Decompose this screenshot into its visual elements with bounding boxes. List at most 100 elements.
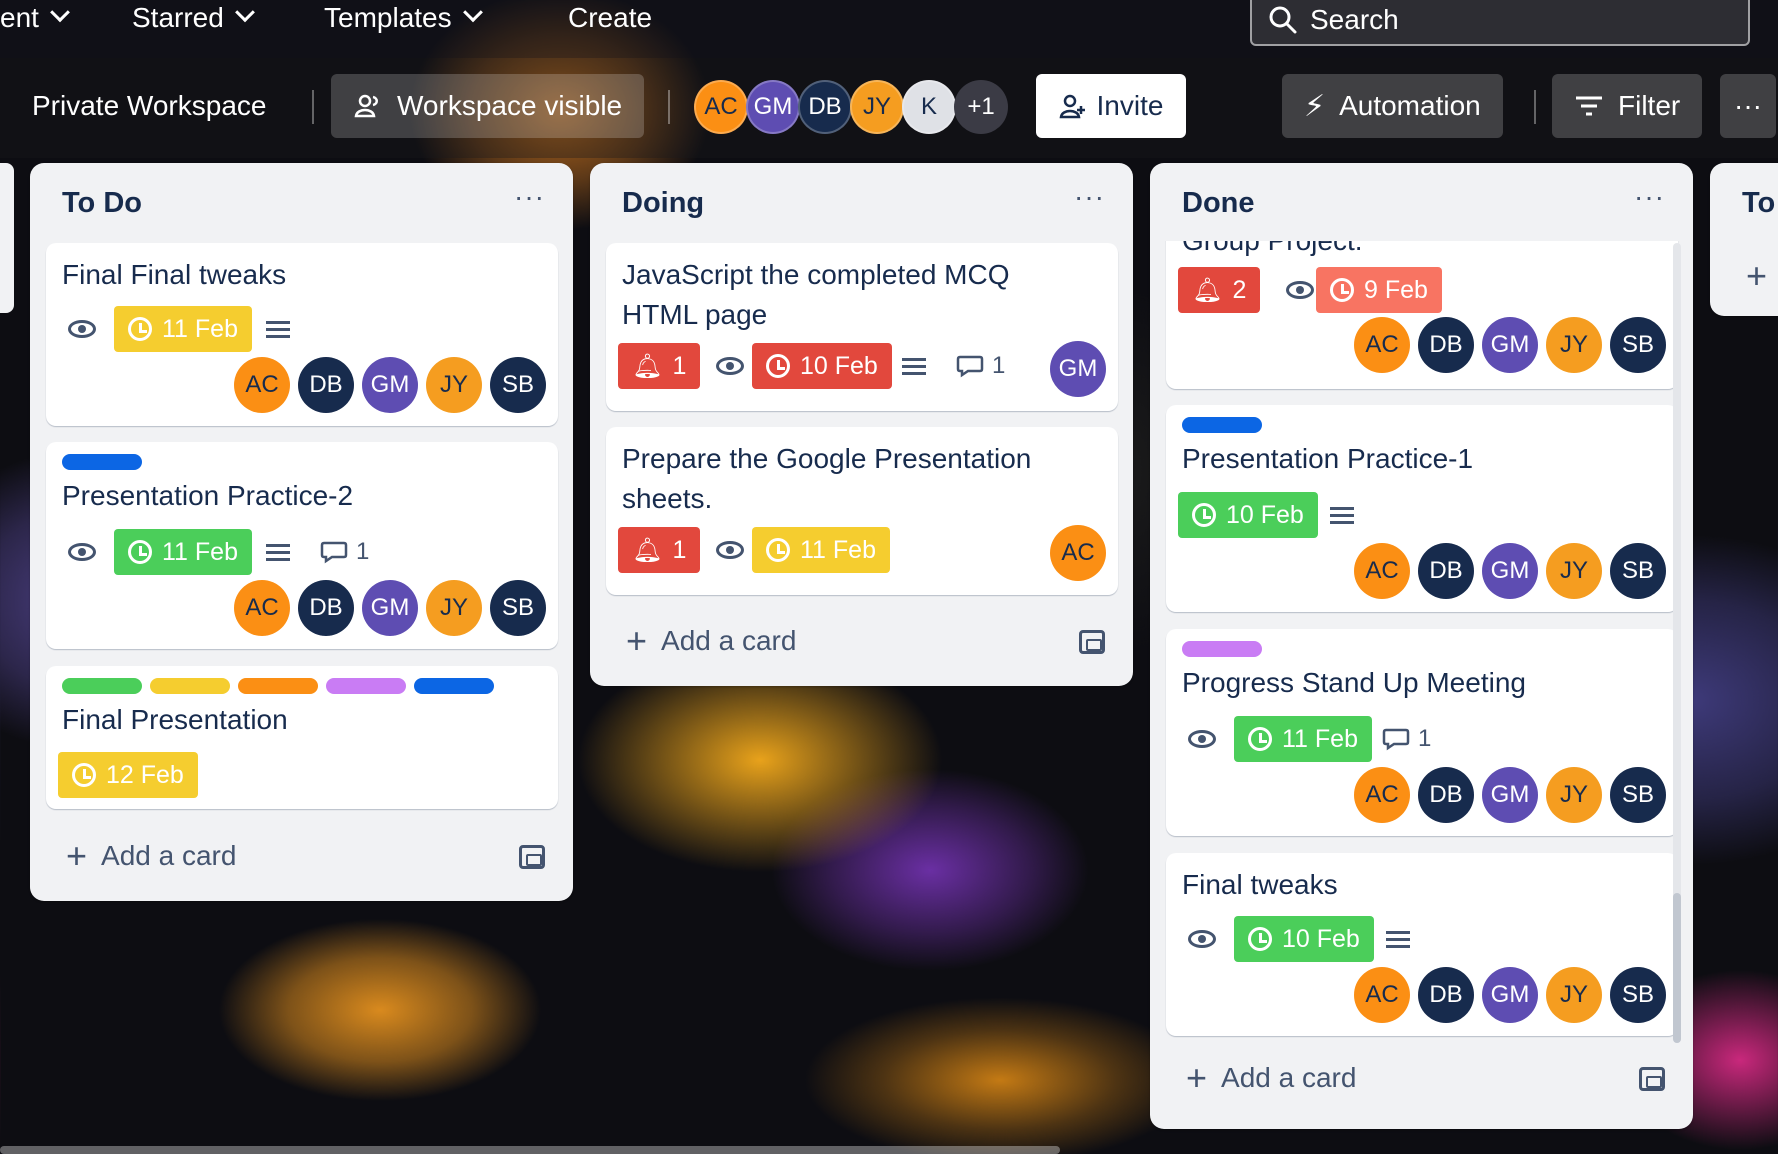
board-horizontal-scrollbar[interactable] bbox=[0, 1146, 1060, 1154]
filter-button[interactable]: Filter bbox=[1552, 74, 1703, 138]
card-member-avatar[interactable]: DB bbox=[298, 580, 354, 636]
card-member-avatar[interactable]: JY bbox=[426, 580, 482, 636]
invite-button[interactable]: Invite bbox=[1036, 74, 1186, 138]
add-card-button[interactable]: + Add a card bbox=[626, 620, 796, 662]
card[interactable]: Prepare the Google Presentation sheets. … bbox=[606, 427, 1118, 595]
nav-recent-menu[interactable]: ent bbox=[0, 0, 70, 36]
card-member-avatar[interactable]: AC bbox=[1354, 317, 1410, 373]
card-template-icon[interactable] bbox=[1079, 630, 1105, 654]
card-member-avatar[interactable]: SB bbox=[1610, 543, 1666, 599]
card-label[interactable] bbox=[326, 678, 406, 694]
card-member-avatar[interactable]: JY bbox=[1546, 317, 1602, 373]
card-title: Presentation Practice-1 bbox=[1182, 443, 1474, 474]
card[interactable]: Final Presentation 12 Feb bbox=[46, 666, 558, 809]
workspace-visibility-button[interactable]: Workspace visible bbox=[331, 74, 645, 138]
due-date-badge[interactable]: 9 Feb bbox=[1316, 267, 1442, 313]
card-member-avatar[interactable]: AC bbox=[234, 357, 290, 413]
list-title[interactable]: To bbox=[1742, 187, 1775, 220]
card-member-avatar[interactable]: SB bbox=[1610, 317, 1666, 373]
card-member-avatar[interactable]: DB bbox=[298, 357, 354, 413]
notification-badge[interactable]: 🔔︎ 1 bbox=[618, 343, 701, 389]
due-date-badge[interactable]: 10 Feb bbox=[1178, 492, 1318, 538]
card[interactable]: Final Final tweaks 11 Feb AC DB GM JY SB bbox=[46, 243, 558, 426]
list-title[interactable]: To Do bbox=[62, 187, 142, 220]
list-cards-scroll-area[interactable]: Group Project. 🔔︎ 2 9 Feb AC DB GM JY SB… bbox=[1150, 241, 1693, 1041]
card-label[interactable] bbox=[62, 678, 142, 694]
eye-icon bbox=[68, 320, 96, 338]
card-member-avatar[interactable]: GM bbox=[362, 580, 418, 636]
card-label[interactable] bbox=[414, 678, 494, 694]
create-button[interactable]: Create bbox=[568, 0, 652, 36]
board-menu-button[interactable]: ··· bbox=[1720, 74, 1776, 138]
card-label[interactable] bbox=[238, 678, 318, 694]
card-member-avatar[interactable]: AC bbox=[1050, 525, 1106, 581]
add-card-button[interactable]: + bbox=[1746, 255, 1767, 297]
card-member-avatar[interactable]: JY bbox=[1546, 967, 1602, 1023]
workspace-name[interactable]: Private Workspace bbox=[32, 90, 266, 122]
card[interactable]: Group Project. 🔔︎ 2 9 Feb AC DB GM JY SB bbox=[1166, 241, 1678, 389]
search-input[interactable] bbox=[1310, 4, 1690, 36]
card-member-avatar[interactable]: SB bbox=[1610, 967, 1666, 1023]
nav-templates-menu[interactable]: Templates bbox=[324, 0, 483, 36]
card-member-avatar[interactable]: GM bbox=[1482, 967, 1538, 1023]
list-menu-button[interactable]: ··· bbox=[1074, 181, 1105, 213]
card-member-avatar[interactable]: DB bbox=[1418, 967, 1474, 1023]
card-member-avatar[interactable]: JY bbox=[1546, 767, 1602, 823]
card-label[interactable] bbox=[62, 454, 142, 470]
add-card-button[interactable]: + Add a card bbox=[1186, 1057, 1356, 1099]
card-label[interactable] bbox=[1182, 641, 1262, 657]
due-date-badge[interactable]: 11 Feb bbox=[114, 529, 252, 575]
card-member-avatar[interactable]: DB bbox=[1418, 767, 1474, 823]
card-template-icon[interactable] bbox=[519, 845, 545, 869]
card-member-avatar[interactable]: JY bbox=[426, 357, 482, 413]
due-date-badge[interactable]: 10 Feb bbox=[752, 343, 892, 389]
card[interactable]: JavaScript the completed MCQ HTML page 🔔… bbox=[606, 243, 1118, 411]
card-member-avatar[interactable]: SB bbox=[490, 357, 546, 413]
member-avatar[interactable]: DB bbox=[798, 80, 852, 134]
list-title[interactable]: Doing bbox=[622, 187, 704, 220]
automation-button[interactable]: ⚡ Automation bbox=[1282, 74, 1503, 138]
card-member-avatar[interactable]: DB bbox=[1418, 317, 1474, 373]
due-date-badge[interactable]: 11 Feb bbox=[752, 527, 890, 573]
card-member-avatar[interactable]: SB bbox=[490, 580, 546, 636]
card-member-avatar[interactable]: GM bbox=[1482, 317, 1538, 373]
card[interactable]: Final tweaks 10 Feb AC DB GM JY SB bbox=[1166, 853, 1678, 1036]
search-box[interactable] bbox=[1250, 0, 1750, 46]
member-avatar[interactable]: GM bbox=[746, 80, 800, 134]
member-avatar[interactable]: K bbox=[902, 80, 956, 134]
card[interactable]: Presentation Practice-1 10 Feb AC DB GM … bbox=[1166, 405, 1678, 612]
due-date-badge[interactable]: 10 Feb bbox=[1234, 916, 1374, 962]
card-member-avatar[interactable]: AC bbox=[1354, 767, 1410, 823]
card-template-icon[interactable] bbox=[1639, 1067, 1665, 1091]
card-member-avatar[interactable]: GM bbox=[1482, 543, 1538, 599]
card-member-avatar[interactable]: GM bbox=[362, 357, 418, 413]
card-member-avatar[interactable]: GM bbox=[1482, 767, 1538, 823]
list-title[interactable]: Done bbox=[1182, 187, 1255, 220]
due-date-badge[interactable]: 11 Feb bbox=[1234, 716, 1372, 762]
card-member-avatar[interactable]: DB bbox=[1418, 543, 1474, 599]
card-member-avatar[interactable]: SB bbox=[1610, 767, 1666, 823]
more-members-count[interactable]: +1 bbox=[954, 80, 1008, 134]
add-card-label: Add a card bbox=[661, 625, 797, 656]
card-member-avatar[interactable]: AC bbox=[1354, 967, 1410, 1023]
member-avatar[interactable]: JY bbox=[850, 80, 904, 134]
card-member-avatar[interactable]: AC bbox=[1354, 543, 1410, 599]
card-member-avatar[interactable]: JY bbox=[1546, 543, 1602, 599]
card-member-avatar[interactable]: AC bbox=[234, 580, 290, 636]
card-title: Final Final tweaks bbox=[62, 259, 287, 290]
nav-starred-menu[interactable]: Starred bbox=[132, 0, 255, 36]
notification-badge[interactable]: 🔔︎ 2 bbox=[1178, 267, 1261, 313]
list-menu-button[interactable]: ··· bbox=[514, 181, 545, 213]
due-date-badge[interactable]: 11 Feb bbox=[114, 306, 252, 352]
list-scrollbar-thumb[interactable] bbox=[1673, 893, 1681, 1043]
due-date-badge[interactable]: 12 Feb bbox=[58, 752, 198, 798]
member-avatar[interactable]: AC bbox=[694, 80, 748, 134]
add-card-button[interactable]: + Add a card bbox=[66, 835, 236, 877]
card-label[interactable] bbox=[1182, 417, 1262, 433]
card[interactable]: Presentation Practice-2 11 Feb 1 AC DB G… bbox=[46, 442, 558, 649]
card-label[interactable] bbox=[150, 678, 230, 694]
list-menu-button[interactable]: ··· bbox=[1634, 181, 1665, 213]
notification-badge[interactable]: 🔔︎ 1 bbox=[618, 527, 701, 573]
card-member-avatar[interactable]: GM bbox=[1050, 341, 1106, 397]
card[interactable]: Progress Stand Up Meeting 11 Feb 1 AC DB… bbox=[1166, 629, 1678, 836]
